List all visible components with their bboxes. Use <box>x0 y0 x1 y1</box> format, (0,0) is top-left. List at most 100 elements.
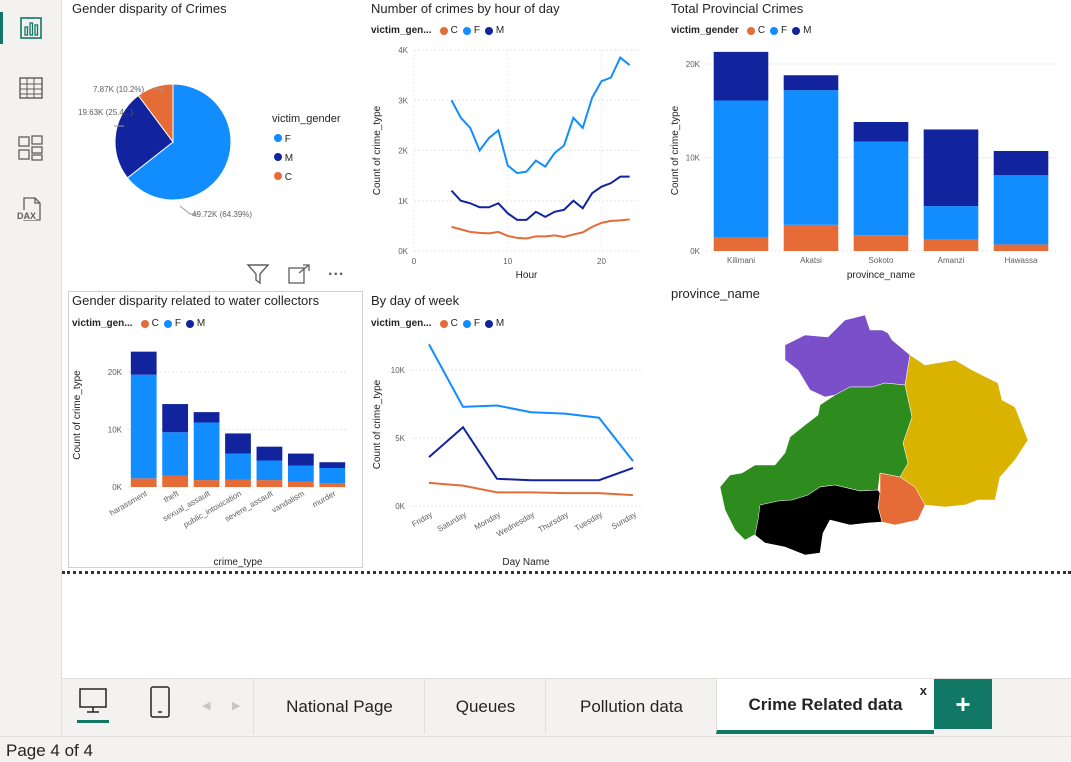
y-axis-title: Count of crime_type <box>72 370 83 460</box>
gender-pie-chart[interactable]: 49.72K (64.39%) 19.63K (25.4...) 7.87K (10… <box>62 70 262 230</box>
close-tab-icon[interactable]: x <box>920 683 927 698</box>
bar-theft-f <box>162 432 189 476</box>
bar-akatsi-m <box>783 75 839 91</box>
bar-kilimani-c <box>713 236 769 251</box>
y-tick-label: 10K <box>108 425 123 434</box>
x-tick-label: Wednesday <box>495 510 536 539</box>
water-title: Gender disparity related to water collec… <box>72 293 320 308</box>
page-boundary-line <box>62 571 1071 574</box>
y-axis-title: Count of crime_type <box>372 379 383 469</box>
pie-label-m: 19.63K (25.4...) <box>78 108 133 117</box>
x-tick-label: murder <box>311 489 338 510</box>
bar-hawassa-m <box>993 150 1049 176</box>
tab-crime-related-data[interactable]: Crime Related data x <box>716 679 934 734</box>
y-axis-title: Count of crime_type <box>372 105 383 195</box>
x-tick-label: harassment <box>108 489 149 518</box>
x-tick-label: Tuesday <box>573 510 604 533</box>
x-tick-label: Sunday <box>610 510 638 531</box>
mobile-layout-icon[interactable] <box>150 686 170 723</box>
more-options-icon[interactable]: ... <box>328 262 344 280</box>
bar-akatsi-f <box>783 90 839 225</box>
by-day-legend: victim_gen... C F M <box>371 318 505 329</box>
x-tick-label: 0 <box>412 257 417 266</box>
series-line-f <box>450 55 631 175</box>
series-line-m <box>428 425 634 482</box>
x-tick-label: Hawassa <box>1005 256 1038 265</box>
by-hour-legend: victim_gen... C F M <box>371 25 505 36</box>
bar-amanzi-m <box>923 129 979 207</box>
desktop-layout-icon[interactable] <box>77 688 109 729</box>
legend-item-f[interactable]: F <box>272 130 293 149</box>
tab-national-page[interactable]: National Page <box>253 679 425 734</box>
bar-amanzi-c <box>923 239 979 251</box>
bar-public-intoxication-f <box>225 453 251 480</box>
x-tick-label: Friday <box>410 510 434 529</box>
crimes-by-day-chart[interactable]: 0K 5K 10K Count of crime_type Day Name Friday… <box>366 333 656 568</box>
bar-sokoto-c <box>853 235 909 251</box>
y-tick-label: 0K <box>395 502 405 511</box>
y-tick-label: 0K <box>690 247 700 256</box>
y-tick-label: 4K <box>398 46 408 55</box>
x-tick-label: vandalism <box>270 489 306 515</box>
tab-queues[interactable]: Queues <box>424 679 546 734</box>
scroll-tabs-right-icon[interactable]: ▶ <box>232 699 240 712</box>
x-tick-label: Kilimani <box>727 256 755 265</box>
report-view-icon[interactable] <box>0 8 61 48</box>
focus-mode-icon[interactable] <box>288 264 310 289</box>
x-axis-title: crime_type <box>214 557 263 568</box>
gender-pie-title: Gender disparity of Crimes <box>72 1 227 16</box>
y-tick-label: 10K <box>686 154 701 163</box>
x-tick-label: 10 <box>503 257 512 266</box>
legend-item-m[interactable]: M <box>272 149 293 168</box>
bar-sokoto-m <box>853 121 909 142</box>
bar-severe-assault-c <box>256 480 283 487</box>
bar-theft-c <box>162 475 189 487</box>
page-indicator: Page 4 of 4 <box>6 741 93 760</box>
province-map[interactable] <box>710 314 1040 556</box>
bar-sexual-assault-c <box>193 480 220 487</box>
tab-pollution-data[interactable]: Pollution data <box>545 679 717 734</box>
pie-label-c: 7.87K (10.2%) <box>93 85 144 94</box>
dax-query-icon[interactable]: DAX <box>0 190 61 230</box>
model-view-icon[interactable] <box>0 128 61 168</box>
add-page-button[interactable]: + <box>934 679 992 729</box>
table-view-icon[interactable] <box>0 68 61 108</box>
bar-severe-assault-m <box>256 446 283 461</box>
y-tick-label: 0K <box>398 247 408 256</box>
y-tick-label: 20K <box>686 60 701 69</box>
bar-severe-assault-f <box>256 460 283 481</box>
bar-harassment-f <box>130 374 157 479</box>
y-tick-label: 2K <box>398 147 408 156</box>
bar-public-intoxication-m <box>225 433 251 454</box>
status-bar: Page 4 of 4 <box>0 736 1071 762</box>
x-tick-label: Saturday <box>436 510 468 534</box>
bar-harassment-m <box>130 351 157 375</box>
series-line-m <box>450 175 630 221</box>
y-tick-label: 5K <box>395 434 405 443</box>
bar-hawassa-f <box>993 175 1049 245</box>
y-tick-label: 0K <box>112 483 122 492</box>
bar-sexual-assault-f <box>193 422 220 481</box>
scroll-tabs-left-icon[interactable]: ◀ <box>202 699 210 712</box>
x-axis-title: Day Name <box>502 557 550 568</box>
x-axis-title: Hour <box>516 270 538 281</box>
by-hour-title: Number of crimes by hour of day <box>371 1 560 16</box>
bar-hawassa-c <box>993 244 1049 251</box>
series-line-c <box>451 218 630 240</box>
page-tabs-bar: ◀ ▶ National Page Queues Pollution data … <box>62 678 1071 737</box>
series-line-f <box>428 343 634 462</box>
bar-vandalism-c <box>287 481 314 487</box>
provincial-crimes-chart[interactable]: 0K 10K 20K Count of crime_type province_name… <box>666 40 1066 285</box>
x-tick-label: Thursday <box>537 510 570 534</box>
bar-akatsi-c <box>783 224 839 251</box>
bar-murder-f <box>319 467 346 483</box>
map-region-yellow[interactable] <box>899 354 1029 508</box>
filter-icon[interactable] <box>246 263 270 290</box>
legend-item-c[interactable]: C <box>272 168 293 187</box>
provincial-title: Total Provincial Crimes <box>671 1 804 16</box>
bar-amanzi-f <box>923 206 979 240</box>
y-tick-label: 10K <box>391 366 406 375</box>
water-collectors-chart[interactable]: 0K 10K 20K Count of crime_type crime_type har… <box>68 333 360 568</box>
crimes-by-hour-chart[interactable]: 0K 1K 2K 3K 4K Count of crime_type Hour 0 10 20 <box>366 40 646 285</box>
pie-label-f: 49.72K (64.39%) <box>192 210 252 219</box>
